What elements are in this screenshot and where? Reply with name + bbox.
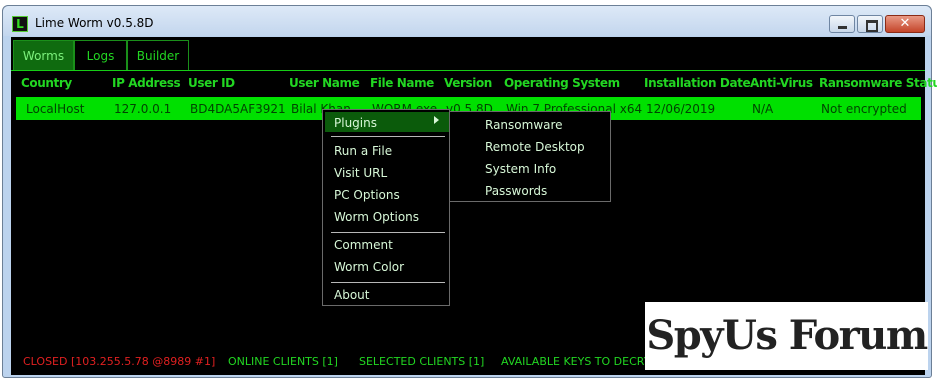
- cell-ransomware-status: Not encrypted: [821, 102, 907, 116]
- column-header-installation-date[interactable]: Installation Date: [644, 76, 751, 90]
- menu-item-worm-color[interactable]: Worm Color: [334, 260, 404, 274]
- submenu-arrow-icon: [434, 116, 439, 124]
- menu-separator: [331, 232, 445, 233]
- menu-item-visit-url[interactable]: Visit URL: [334, 166, 387, 180]
- submenu-item-system-info[interactable]: System Info: [485, 162, 556, 176]
- context-menu: Plugins Run a File Visit URL PC Options …: [322, 109, 450, 306]
- close-button[interactable]: ✕: [885, 15, 925, 33]
- menu-separator: [331, 282, 445, 283]
- maximize-button[interactable]: [857, 15, 883, 33]
- submenu-item-remote-desktop[interactable]: Remote Desktop: [485, 140, 585, 154]
- column-header-operating-system[interactable]: Operating System: [504, 76, 620, 90]
- window-title: Lime Worm v0.5.8D: [35, 16, 154, 30]
- column-header-anti-virus[interactable]: Anti-Virus: [750, 76, 813, 90]
- submenu-item-ransomware[interactable]: Ransomware: [485, 118, 563, 132]
- menu-item-run-a-file[interactable]: Run a File: [334, 144, 392, 158]
- status-available-keys: AVAILABLE KEYS TO DECRY: [501, 355, 651, 368]
- column-header-country[interactable]: Country: [21, 76, 72, 90]
- status-connection: CLOSED [103.255.5.78 @8989 #1]: [23, 355, 216, 368]
- cell-ip-address: 127.0.0.1: [114, 102, 172, 116]
- column-header-file-name[interactable]: File Name: [370, 76, 434, 90]
- maximize-icon: [866, 20, 878, 32]
- status-online-clients: ONLINE CLIENTS [1]: [228, 355, 338, 368]
- menu-item-comment[interactable]: Comment: [334, 238, 393, 252]
- tab-builder[interactable]: Builder: [127, 40, 189, 70]
- menu-item-about[interactable]: About: [334, 288, 369, 302]
- column-header-user-name[interactable]: User Name: [289, 76, 360, 90]
- tab-logs[interactable]: Logs: [74, 40, 127, 70]
- column-header-ip-address[interactable]: IP Address: [112, 76, 181, 90]
- tab-worms[interactable]: Worms: [13, 40, 74, 70]
- column-header-user-id[interactable]: User ID: [188, 76, 235, 90]
- menu-item-plugins[interactable]: Plugins: [334, 116, 377, 130]
- menu-separator: [331, 136, 445, 137]
- tab-strip: Worms Logs Builder: [11, 37, 925, 71]
- status-selected-clients: SELECTED CLIENTS [1]: [359, 355, 485, 368]
- cell-user-id: BD4DA5AF3921: [190, 102, 286, 116]
- title-bar[interactable]: L Lime Worm v0.5.8D ✕: [3, 6, 931, 36]
- menu-item-pc-options[interactable]: PC Options: [334, 188, 400, 202]
- cell-anti-virus: N/A: [752, 102, 774, 116]
- cell-country: LocalHost: [26, 102, 85, 116]
- close-icon: ✕: [899, 16, 911, 31]
- menu-item-worm-options[interactable]: Worm Options: [334, 210, 419, 224]
- cell-installation-date: 12/06/2019: [646, 102, 716, 116]
- minimize-button[interactable]: [829, 15, 855, 33]
- watermark-logo: SpyUs Forum: [645, 302, 928, 370]
- plugins-submenu: Ransomware Remote Desktop System Info Pa…: [449, 111, 611, 202]
- column-header-version[interactable]: Version: [444, 76, 492, 90]
- app-icon: L: [12, 16, 28, 32]
- column-header-ransomware-status[interactable]: Ransomware Status: [819, 76, 937, 90]
- minimize-icon: [838, 26, 847, 29]
- submenu-item-passwords[interactable]: Passwords: [485, 184, 547, 198]
- watermark-text: SpyUs Forum: [646, 312, 928, 359]
